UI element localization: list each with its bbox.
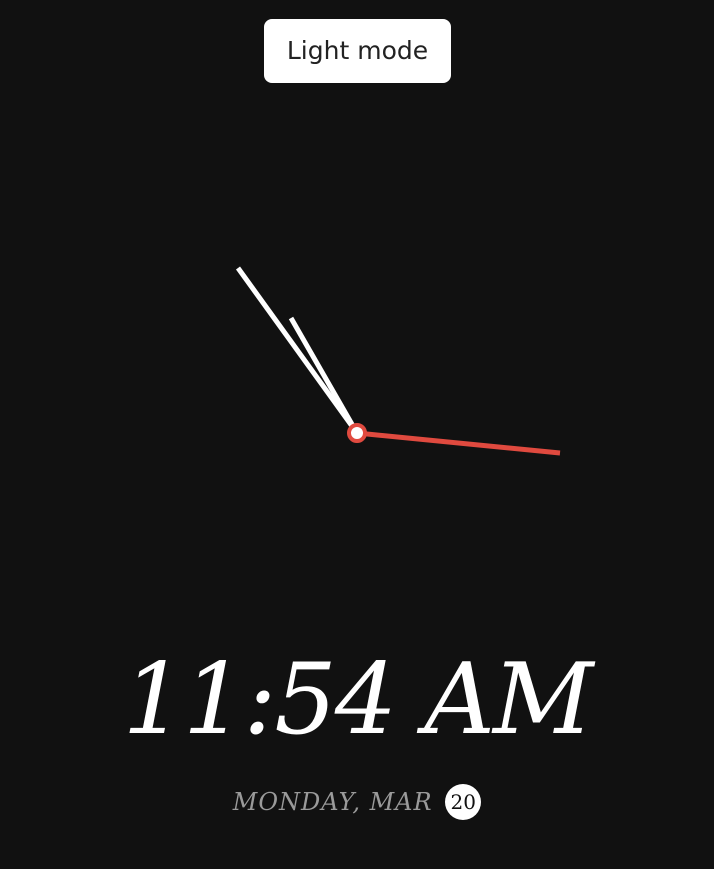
- day-badge: 20: [445, 784, 482, 820]
- minute-hand: [235, 266, 360, 435]
- date-text: MONDAY, MAR: [232, 788, 433, 816]
- hour-hand: [288, 316, 360, 435]
- digital-time: 11:54 AM: [122, 643, 594, 757]
- second-hand: [356, 430, 561, 456]
- clock-center-pin: [347, 423, 367, 443]
- date-line: MONDAY, MAR 20: [0, 784, 714, 820]
